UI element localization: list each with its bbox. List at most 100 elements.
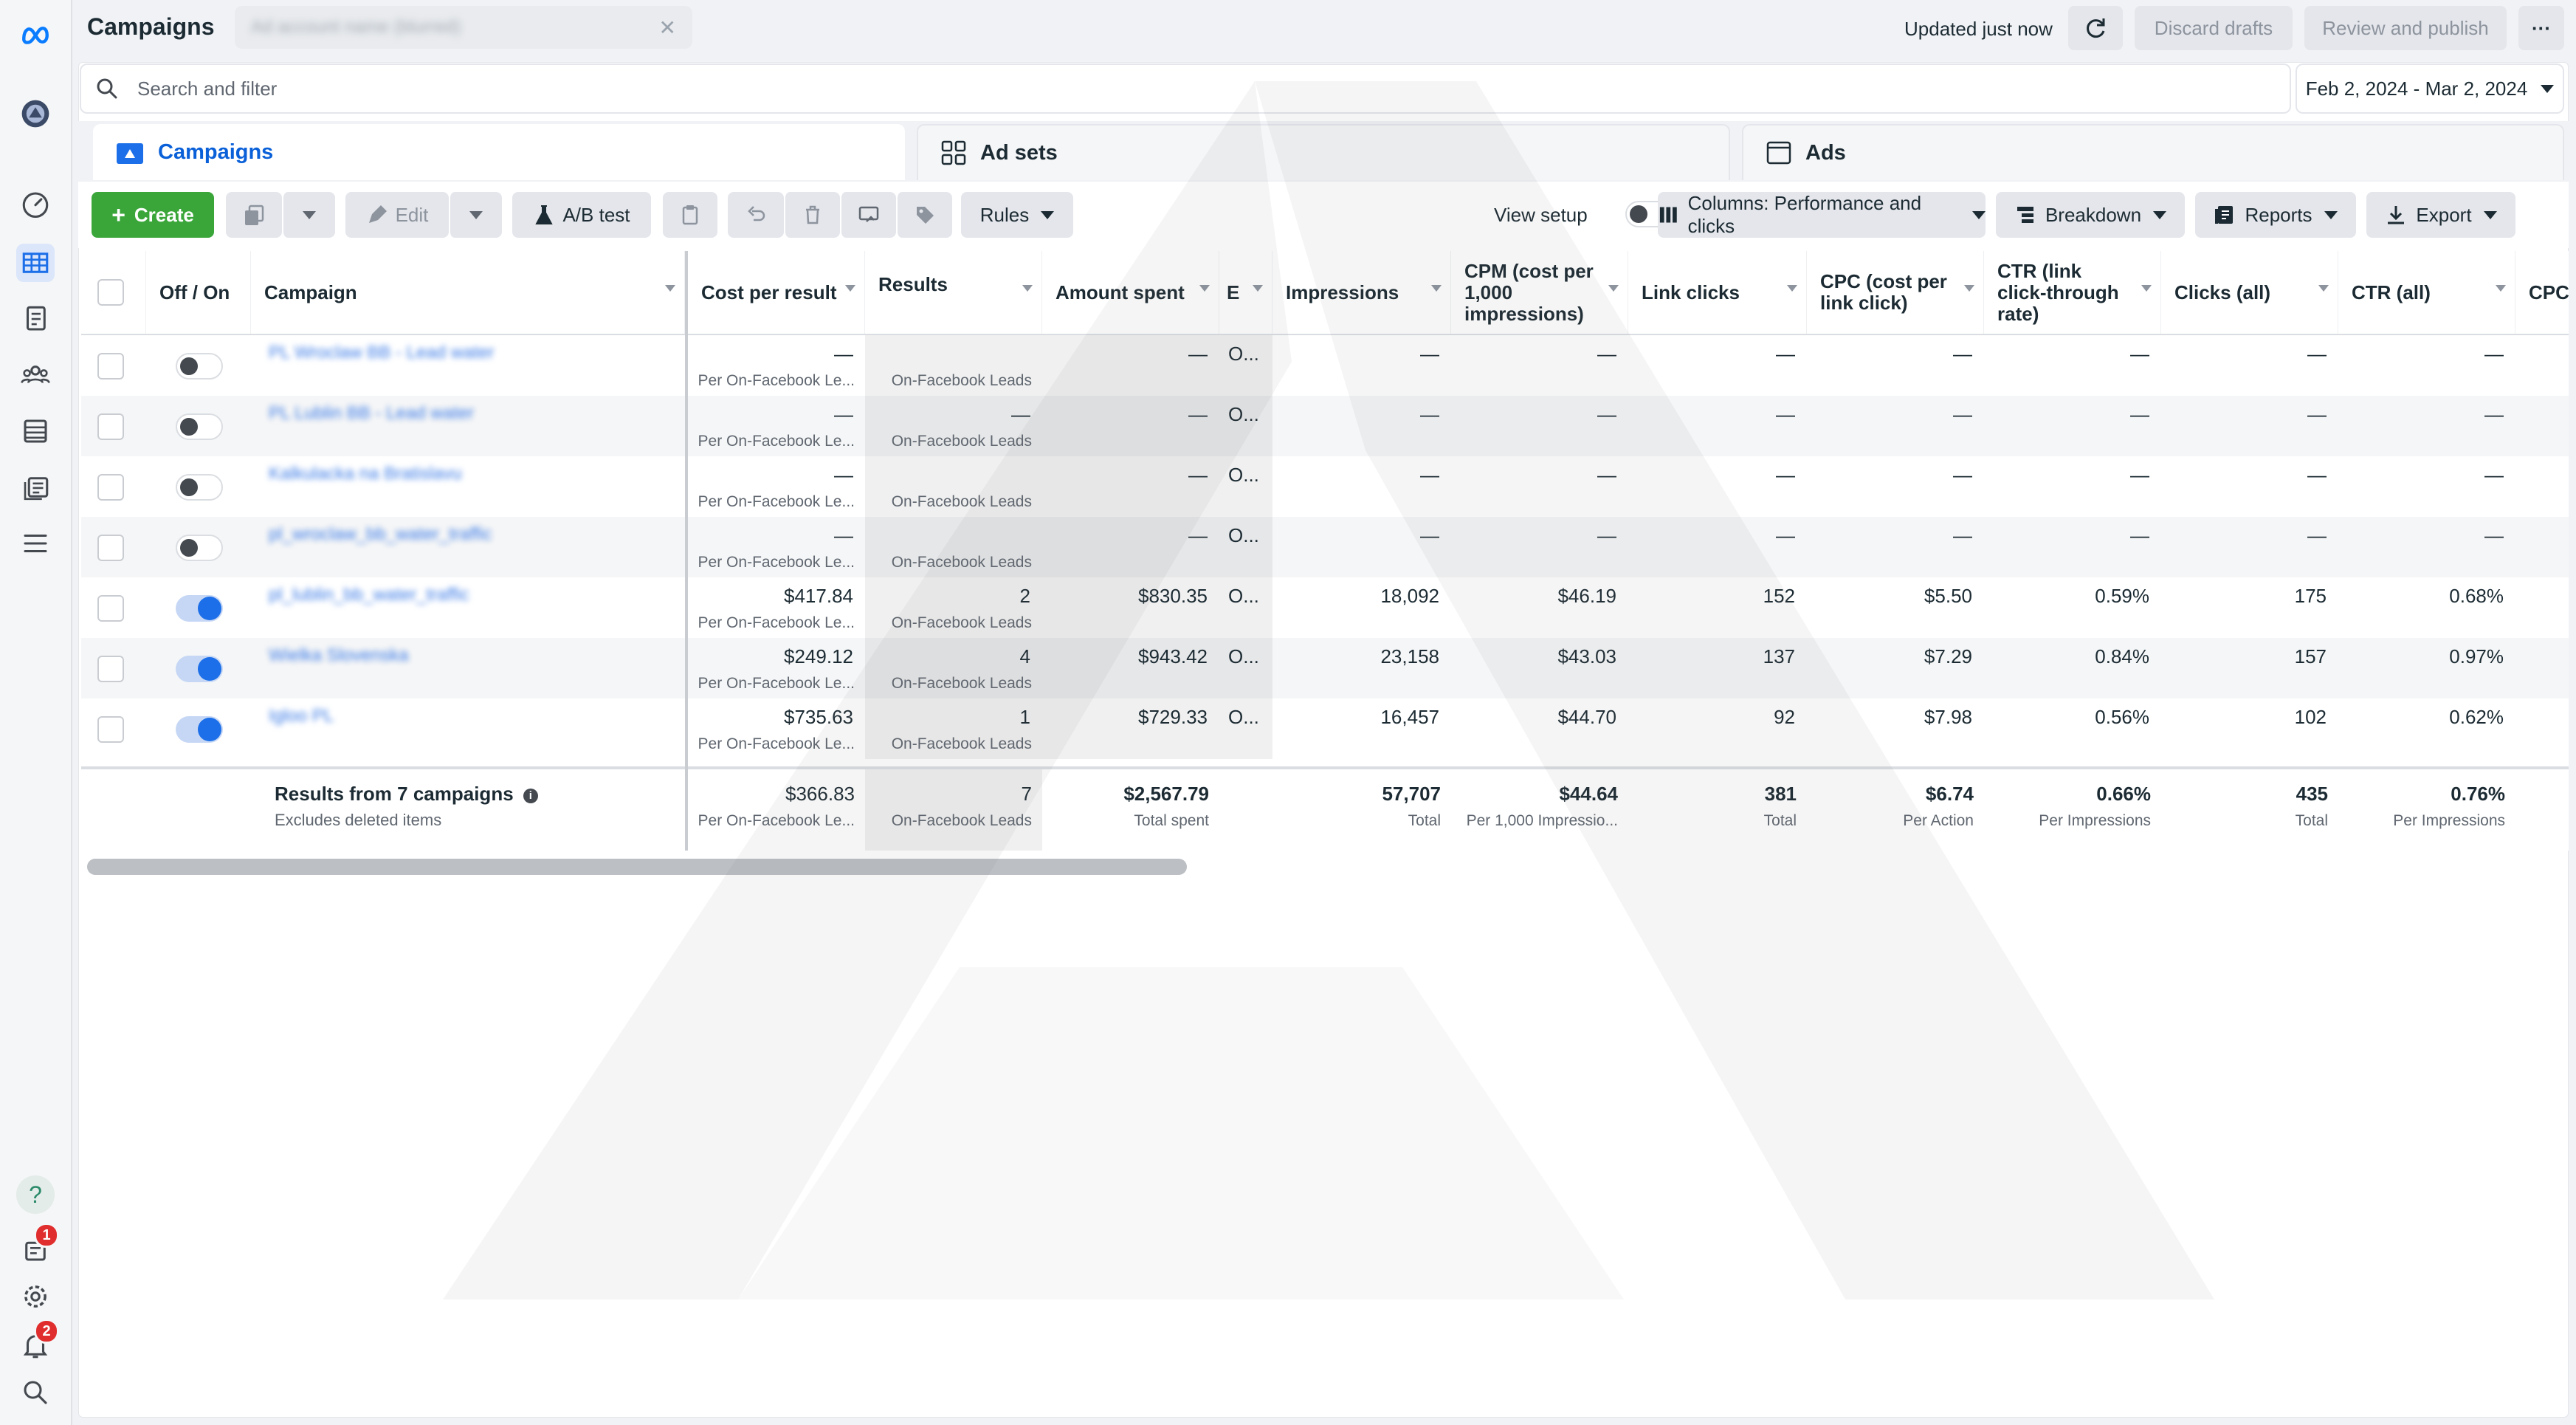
discard-drafts-button[interactable]: Discard drafts	[2135, 6, 2293, 50]
horizontal-scrollbar[interactable]	[87, 859, 1187, 875]
audiences-icon[interactable]	[16, 356, 55, 394]
more-options-button[interactable]: ···	[2518, 6, 2564, 50]
toggle-on-switch[interactable]	[176, 716, 223, 743]
campaign-name-link[interactable]: PL Wroclaw BB - Lead water	[269, 343, 494, 363]
cell-value: 2	[1019, 585, 1030, 607]
delete-button[interactable]	[784, 192, 840, 238]
create-button[interactable]: + Create	[92, 192, 214, 238]
campaign-toggle[interactable]	[176, 716, 223, 746]
col-header-cost-per-result[interactable]: Cost per result	[688, 251, 865, 334]
date-range-picker[interactable]: Feb 2, 2024 - Mar 2, 2024	[2297, 65, 2563, 112]
dashboard-gauge-icon[interactable]	[16, 185, 55, 223]
table-row[interactable]: PL Wroclaw BB - Lead water — Per On-Facebo…	[81, 335, 2569, 396]
breakdown-button[interactable]: Breakdown	[1996, 192, 2185, 238]
export-button[interactable]: Export	[2366, 192, 2515, 238]
search-sidebar-icon[interactable]	[16, 1373, 55, 1412]
notifications-icon[interactable]: 1	[16, 1223, 59, 1268]
col-header-off-on[interactable]: Off / On	[146, 251, 251, 334]
columns-button[interactable]: Columns: Performance and clicks	[1658, 192, 1986, 238]
clear-account-icon[interactable]: ✕	[659, 16, 676, 40]
row-checkbox[interactable]	[97, 474, 124, 501]
col-header-results[interactable]: Results	[865, 251, 1042, 334]
col-header-link-clicks[interactable]: Link clicks	[1628, 251, 1807, 334]
campaign-toggle[interactable]	[176, 413, 223, 444]
duplicate-button[interactable]	[226, 192, 282, 238]
row-checkbox[interactable]	[97, 656, 124, 682]
rules-button[interactable]: Rules	[961, 192, 1073, 238]
campaign-name-link[interactable]: pl_lublin_bb_water_traffic	[269, 585, 469, 605]
col-header-ctr-link[interactable]: CTR (link click-through rate)	[1984, 251, 2161, 334]
reports-button[interactable]: Reports	[2195, 192, 2356, 238]
col-header-cpm[interactable]: CPM (cost per 1,000 impressions)	[1451, 251, 1628, 334]
edit-button[interactable]: Edit	[345, 192, 449, 238]
select-all-checkbox[interactable]	[97, 279, 124, 306]
row-checkbox[interactable]	[97, 413, 124, 440]
cell-value: —	[2307, 524, 2327, 546]
table-row[interactable]: PL Lublin BB - Lead water — Per On-Faceboo…	[81, 396, 2569, 456]
campaign-name-link[interactable]: Kalkulacka na Bratislavu	[269, 464, 461, 484]
account-selector[interactable]: Ad account name (blurred) ✕	[235, 6, 692, 49]
toggle-off-switch[interactable]	[176, 413, 223, 440]
alerts-bell-icon[interactable]: 2	[16, 1319, 59, 1364]
search-input[interactable]	[136, 76, 2290, 101]
campaign-name-link[interactable]: Wielka Slovenska	[269, 645, 408, 666]
table-row[interactable]: Igloo PL $735.63 Per On-Facebook Le... 1 On-…	[81, 698, 2569, 759]
menu-hamburger-icon[interactable]	[16, 524, 55, 563]
ads-manager-table-icon[interactable]	[16, 244, 55, 282]
campaign-name-link[interactable]: Igloo PL	[269, 706, 334, 727]
col-header-ctr-all[interactable]: CTR (all)	[2338, 251, 2515, 334]
table-row[interactable]: pl_lublin_bb_water_traffic $417.84 Per On-…	[81, 577, 2569, 638]
cell-spent: $729.33	[1042, 698, 1219, 759]
clipboard-button[interactable]	[663, 192, 717, 238]
billing-icon[interactable]	[16, 412, 55, 450]
col-header-cpc-partial[interactable]: CPC	[2515, 251, 2569, 334]
col-header-clicks-all[interactable]: Clicks (all)	[2161, 251, 2338, 334]
col-header-e[interactable]: E	[1219, 251, 1272, 334]
toggle-off-switch[interactable]	[176, 353, 223, 380]
toggle-on-switch[interactable]	[176, 656, 223, 682]
campaign-toggle[interactable]	[176, 353, 223, 383]
table-row[interactable]: Kalkulacka na Bratislavu — Per On-Facebook…	[81, 456, 2569, 517]
catalog-icon[interactable]	[16, 468, 55, 507]
campaign-toggle[interactable]	[176, 535, 223, 565]
search-bar[interactable]	[81, 65, 2290, 112]
help-icon[interactable]: ?	[16, 1175, 55, 1214]
edit-dropdown-button[interactable]	[449, 192, 502, 238]
toggle-off-switch[interactable]	[176, 474, 223, 501]
campaign-name-link[interactable]: pl_wroclaw_bb_water_traffic	[269, 524, 492, 545]
col-header-cpc[interactable]: CPC (cost per link click)	[1807, 251, 1984, 334]
row-checkbox[interactable]	[97, 535, 124, 561]
campaign-toggle[interactable]	[176, 595, 223, 625]
campaign-toggle[interactable]	[176, 656, 223, 686]
cell-ctr-all: —	[2338, 396, 2515, 456]
tag-button[interactable]	[896, 192, 952, 238]
table-row[interactable]: Wielka Slovenska $249.12 Per On-Facebook L…	[81, 638, 2569, 698]
pages-icon[interactable]	[16, 300, 55, 338]
col-header-amount-spent[interactable]: Amount spent	[1042, 251, 1219, 334]
refresh-button[interactable]	[2068, 6, 2123, 50]
table-row[interactable]: pl_wroclaw_bb_water_traffic — Per On-Faceb…	[81, 517, 2569, 577]
review-publish-button[interactable]: Review and publish	[2304, 6, 2507, 50]
tab-ads[interactable]: Ads	[1742, 124, 2564, 180]
col-header-campaign[interactable]: Campaign	[251, 251, 685, 334]
campaign-name-link[interactable]: PL Lublin BB - Lead water	[269, 403, 474, 424]
undo-button[interactable]	[728, 192, 784, 238]
row-checkbox[interactable]	[97, 716, 124, 743]
cell-value: $943.42	[1138, 645, 1208, 667]
info-icon[interactable]: i	[523, 789, 538, 803]
account-avatar-icon[interactable]	[16, 95, 55, 133]
settings-gear-icon[interactable]	[16, 1277, 55, 1316]
ab-test-button[interactable]: A/B test	[512, 192, 651, 238]
preview-button[interactable]	[840, 192, 896, 238]
tab-campaigns[interactable]: Campaigns	[93, 124, 905, 180]
total-impressions-sub: Total	[1408, 812, 1441, 829]
toggle-off-switch[interactable]	[176, 535, 223, 561]
campaign-toggle[interactable]	[176, 474, 223, 504]
col-header-impressions[interactable]: Impressions	[1272, 251, 1451, 334]
toggle-on-switch[interactable]	[176, 595, 223, 622]
tab-ad-sets[interactable]: Ad sets	[917, 124, 1730, 180]
row-checkbox[interactable]	[97, 595, 124, 622]
meta-logo-icon[interactable]	[16, 15, 55, 53]
duplicate-dropdown-button[interactable]	[282, 192, 335, 238]
row-checkbox[interactable]	[97, 353, 124, 380]
